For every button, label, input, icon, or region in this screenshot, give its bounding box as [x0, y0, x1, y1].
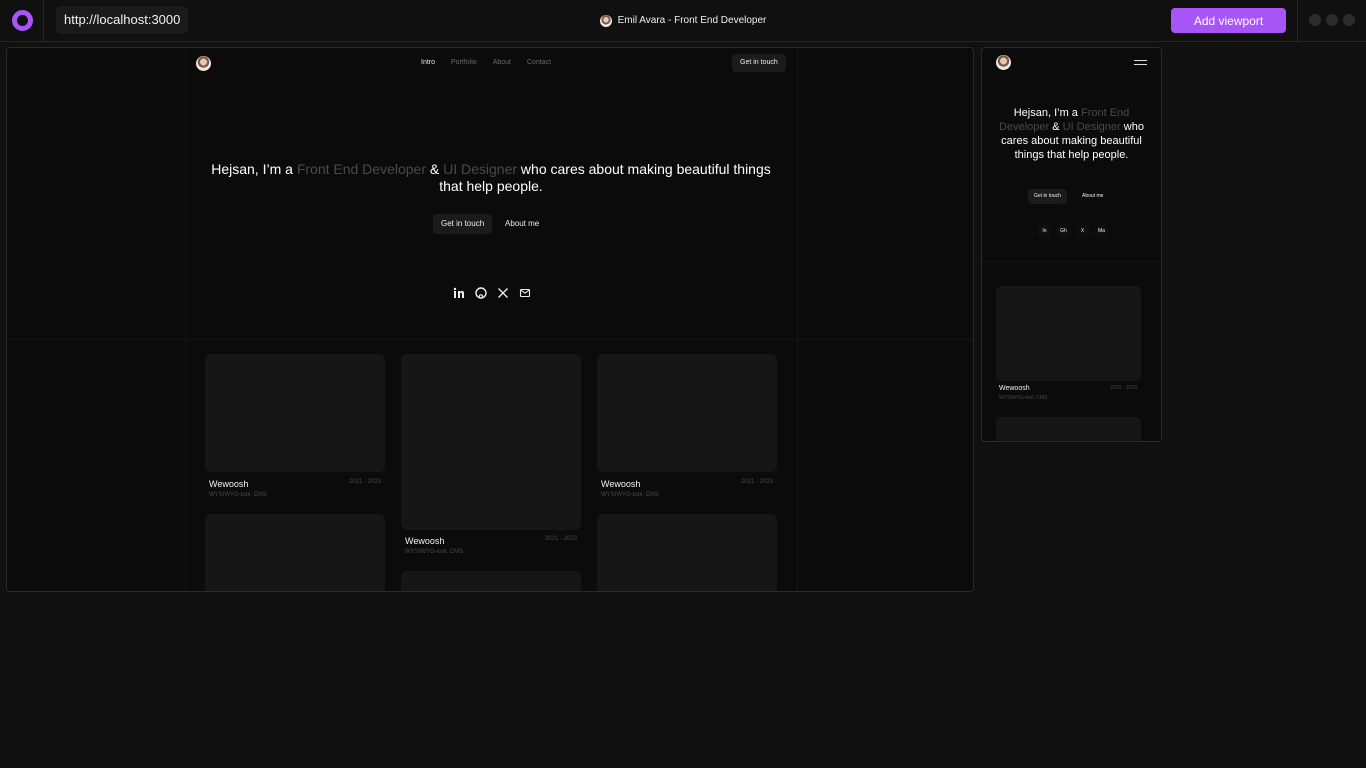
project-years: 2021 - 2023 [348, 479, 381, 485]
project-thumbnail[interactable] [205, 354, 385, 472]
github-icon[interactable] [475, 286, 487, 299]
hero-highlight: UI Designer [1062, 121, 1121, 133]
project-subtitle: WYSIWYG-tool, CMS [209, 492, 268, 498]
project-subtitle: WYSIWYG-tool, CMS [601, 492, 660, 498]
add-viewport-button[interactable]: Add viewport [1171, 8, 1286, 33]
page-title-area: Emil Avara - Front End Developer [0, 0, 1366, 41]
desktop-viewport[interactable]: Intro Portfolio About Contact Get in tou… [6, 47, 974, 592]
page-title: Emil Avara - Front End Developer [617, 15, 767, 26]
hero-heading: Hejsan, I’m a Front End Developer & UI D… [990, 106, 1153, 162]
project-years: 2021 - 2023 [544, 536, 577, 542]
hamburger-menu-icon[interactable] [1134, 60, 1147, 65]
project-thumbnail[interactable] [597, 354, 777, 472]
social-links: In Gh X Ma [1037, 224, 1109, 239]
grid-line [185, 48, 186, 591]
favicon-avatar [599, 14, 612, 27]
project-years: 2021 - 2023 [1110, 385, 1137, 391]
get-in-touch-button[interactable]: Get in touch [1028, 189, 1067, 204]
get-in-touch-button[interactable]: Get in touch [433, 214, 493, 234]
toolbar-divider [1297, 0, 1298, 41]
project-subtitle: WYSIWYG-tool, CMS [405, 549, 464, 555]
hero-text: Hejsan, I’m a [1013, 107, 1081, 119]
about-me-button[interactable]: About me [505, 214, 539, 234]
nav-about[interactable]: About [493, 59, 511, 66]
section-divider [982, 261, 1161, 262]
project-title[interactable]: Wewoosh [405, 536, 444, 546]
app-toolbar: http://localhost:3000 Emil Avara - Front… [0, 0, 1366, 42]
hero-heading: Hejsan, I’m a Front End Developer & UI D… [201, 161, 781, 195]
project-subtitle: WYSIWYG-tool, CMS [999, 395, 1048, 401]
project-years: 2021 - 2023 [740, 479, 773, 485]
hero-highlight: UI Designer [443, 161, 518, 177]
hero-text: & [426, 161, 444, 177]
nav-contact[interactable]: Contact [527, 59, 551, 66]
project-thumbnail[interactable] [401, 354, 581, 530]
project-thumbnail[interactable] [996, 286, 1141, 381]
url-field[interactable]: http://localhost:3000 [56, 6, 189, 34]
window-control-dot[interactable] [1309, 14, 1321, 26]
hero-highlight: Front End Developer [296, 161, 426, 177]
linkedin-icon[interactable] [453, 286, 465, 298]
window-control-dot[interactable] [1343, 14, 1355, 26]
mail-icon[interactable] [519, 286, 531, 298]
x-icon[interactable] [497, 286, 509, 298]
nav-portfolio[interactable]: Portfolio [451, 59, 477, 66]
app-logo[interactable] [0, 0, 44, 41]
x-link[interactable]: X [1075, 224, 1090, 239]
project-title[interactable]: Wewoosh [209, 479, 248, 489]
site-nav: Intro Portfolio About Contact [421, 59, 551, 66]
nav-intro[interactable]: Intro [421, 59, 435, 66]
project-thumbnail[interactable] [401, 571, 581, 591]
github-link[interactable]: Gh [1056, 224, 1071, 239]
project-thumbnail[interactable] [597, 514, 777, 591]
hero-text: Hejsan, I’m a [211, 161, 297, 177]
project-title[interactable]: Wewoosh [999, 385, 1030, 392]
grid-line [797, 48, 798, 591]
site-avatar[interactable] [196, 56, 211, 71]
linkedin-link[interactable]: In [1037, 224, 1052, 239]
section-divider [7, 339, 973, 340]
logo-ring-icon [12, 10, 33, 31]
window-control-dot[interactable] [1326, 14, 1338, 26]
social-links [453, 286, 531, 299]
mobile-viewport[interactable]: Hejsan, I’m a Front End Developer & UI D… [981, 47, 1162, 442]
mail-link[interactable]: Ma [1094, 224, 1109, 239]
about-me-button[interactable]: About me [1082, 189, 1103, 204]
nav-get-in-touch-button[interactable]: Get in touch [732, 54, 786, 72]
project-title[interactable]: Wewoosh [601, 479, 640, 489]
project-thumbnail[interactable] [205, 514, 385, 591]
project-thumbnail[interactable] [996, 417, 1141, 441]
site-avatar[interactable] [996, 55, 1011, 70]
hero-text: & [1049, 121, 1063, 133]
